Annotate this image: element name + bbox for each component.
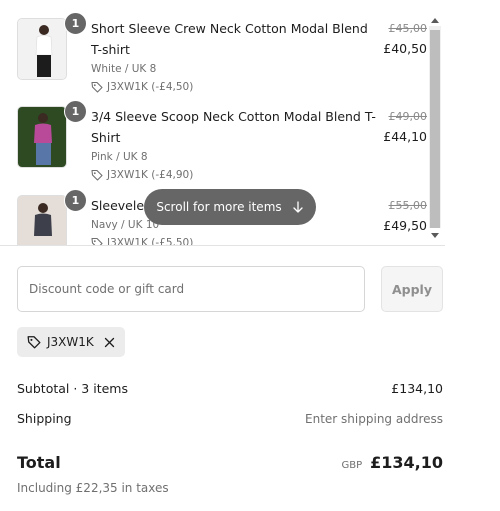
line-discount: J3XW1K (-£4,90) <box>91 167 381 183</box>
quantity-badge: 1 <box>64 100 87 123</box>
compare-at-price: £49,00 <box>388 110 428 123</box>
scroll-for-more-label: Scroll for more items <box>156 200 282 214</box>
items-scrollbar[interactable] <box>429 14 441 243</box>
tag-icon <box>91 169 103 181</box>
product-thumbnail <box>17 106 67 168</box>
cart-line-item: 1 Short Sleeve Crew Neck Cotton Modal Bl… <box>17 12 428 93</box>
line-price: £49,50 <box>383 218 427 233</box>
compare-at-price: £45,00 <box>388 22 428 35</box>
tag-icon <box>91 81 103 93</box>
apply-discount-button[interactable]: Apply <box>381 266 443 312</box>
product-variant: White / UK 8 <box>91 63 157 75</box>
line-discount-text: J3XW1K (-£4,50) <box>107 81 194 93</box>
total-label: Total <box>17 453 61 472</box>
product-title: 3/4 Sleeve Scoop Neck Cotton Modal Blend… <box>91 109 376 145</box>
quantity-badge: 1 <box>64 189 87 212</box>
shipping-row: Shipping Enter shipping address <box>17 411 443 426</box>
close-icon <box>104 337 114 347</box>
discount-code-input[interactable] <box>17 266 365 312</box>
tax-note: Including £22,35 in taxes <box>17 481 169 495</box>
tag-icon <box>91 237 103 245</box>
line-price: £44,10 <box>383 129 427 144</box>
scroll-down-arrow-icon[interactable] <box>429 230 441 242</box>
line-discount: J3XW1K (-£5,50) <box>91 235 381 246</box>
subtotal-value: £134,10 <box>391 381 443 396</box>
arrow-down-icon <box>292 200 303 213</box>
total-value: £134,10 <box>370 453 443 472</box>
product-thumbnail <box>17 18 67 80</box>
line-price: £40,50 <box>383 41 427 56</box>
product-variant: Pink / UK 8 <box>91 151 148 163</box>
cart-line-item: 1 3/4 Sleeve Scoop Neck Cotton Modal Ble… <box>17 100 428 181</box>
scrollbar-thumb[interactable] <box>430 30 440 228</box>
line-discount: J3XW1K (-£4,50) <box>91 79 381 95</box>
compare-at-price: £55,00 <box>388 199 428 212</box>
subtotal-label: Subtotal · 3 items <box>17 381 128 396</box>
line-discount-text: J3XW1K (-£4,90) <box>107 169 194 181</box>
remove-discount-button[interactable] <box>104 337 115 348</box>
shipping-value: Enter shipping address <box>305 412 443 426</box>
line-discount-text: J3XW1K (-£5,50) <box>107 237 194 246</box>
scroll-for-more-button[interactable]: Scroll for more items <box>144 189 316 225</box>
total-row: Total GBP £134,10 <box>17 453 443 472</box>
subtotal-row: Subtotal · 3 items £134,10 <box>17 381 443 396</box>
applied-discount-code: J3XW1K <box>47 335 94 349</box>
shipping-label: Shipping <box>17 411 72 426</box>
tag-icon <box>27 336 41 349</box>
quantity-badge: 1 <box>64 12 87 35</box>
product-thumbnail <box>17 195 67 245</box>
scroll-up-arrow-icon[interactable] <box>429 14 441 26</box>
product-title: Short Sleeve Crew Neck Cotton Modal Blen… <box>91 21 368 57</box>
applied-discount-chip: J3XW1K <box>17 327 125 357</box>
currency-code: GBP <box>341 460 363 471</box>
